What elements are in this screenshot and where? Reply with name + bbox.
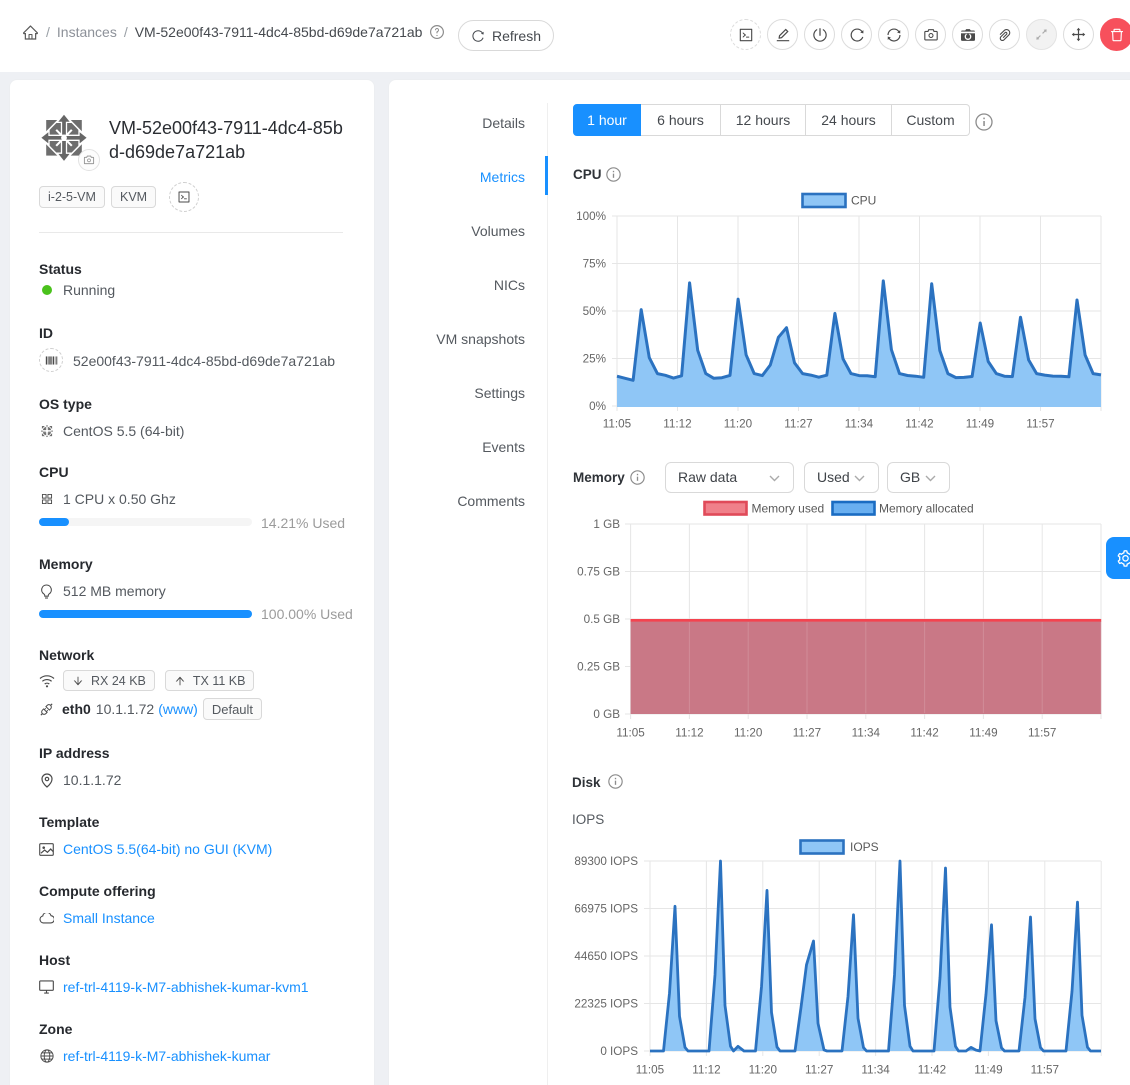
svg-text:11:12: 11:12	[675, 727, 703, 740]
svg-text:11:20: 11:20	[749, 1064, 778, 1077]
svg-text:100%: 100%	[576, 210, 606, 223]
svg-text:75%: 75%	[583, 258, 606, 271]
svg-text:11:27: 11:27	[784, 418, 812, 431]
svg-text:11:49: 11:49	[969, 727, 997, 740]
svg-text:11:42: 11:42	[918, 1064, 946, 1077]
svg-text:11:27: 11:27	[793, 727, 821, 740]
svg-text:11:27: 11:27	[805, 1064, 833, 1077]
svg-text:0.5 GB: 0.5 GB	[584, 613, 621, 626]
svg-text:11:34: 11:34	[861, 1064, 890, 1077]
svg-text:Memory allocated: Memory allocated	[879, 501, 974, 515]
svg-text:11:57: 11:57	[1026, 418, 1054, 431]
svg-text:11:42: 11:42	[905, 418, 933, 431]
svg-text:11:05: 11:05	[603, 418, 632, 431]
svg-text:11:42: 11:42	[910, 727, 938, 740]
svg-text:66975 IOPS: 66975 IOPS	[574, 903, 638, 916]
svg-text:CPU: CPU	[851, 194, 876, 208]
svg-text:11:20: 11:20	[724, 418, 753, 431]
svg-text:89300 IOPS: 89300 IOPS	[574, 855, 638, 868]
svg-text:0%: 0%	[589, 400, 606, 413]
svg-text:25%: 25%	[583, 353, 606, 366]
svg-text:1 GB: 1 GB	[593, 518, 620, 531]
svg-text:11:20: 11:20	[734, 727, 763, 740]
svg-text:Memory used: Memory used	[752, 501, 825, 515]
svg-text:0.75 GB: 0.75 GB	[577, 566, 620, 579]
svg-text:11:05: 11:05	[636, 1064, 665, 1077]
svg-text:50%: 50%	[583, 305, 606, 318]
svg-text:11:49: 11:49	[974, 1064, 1002, 1077]
svg-text:11:34: 11:34	[845, 418, 874, 431]
svg-text:11:12: 11:12	[692, 1064, 720, 1077]
svg-text:11:05: 11:05	[616, 727, 645, 740]
svg-text:44650 IOPS: 44650 IOPS	[574, 950, 638, 963]
svg-text:11:57: 11:57	[1028, 727, 1056, 740]
svg-text:11:12: 11:12	[663, 418, 691, 431]
svg-text:IOPS: IOPS	[850, 840, 879, 854]
svg-text:0.25 GB: 0.25 GB	[577, 661, 620, 674]
svg-text:11:49: 11:49	[966, 418, 994, 431]
svg-text:11:57: 11:57	[1031, 1064, 1059, 1077]
svg-text:22325 IOPS: 22325 IOPS	[574, 998, 638, 1011]
svg-text:11:34: 11:34	[852, 727, 881, 740]
svg-text:0 GB: 0 GB	[593, 708, 620, 721]
svg-text:0 IOPS: 0 IOPS	[600, 1045, 638, 1058]
